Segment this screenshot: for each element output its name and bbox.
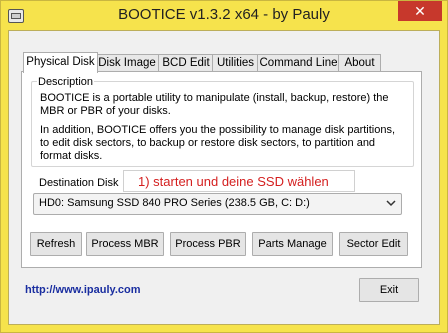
close-button[interactable]: ✕ [398,1,442,21]
chevron-down-icon [386,200,396,207]
description-line-4: to edit disk sectors, to backup or resto… [40,137,376,149]
destination-disk-label: Destination Disk [39,177,119,189]
process-pbr-button[interactable]: Process PBR [170,232,246,256]
description-line-3: In addition, BOOTICE offers you the poss… [40,124,396,136]
tab-bcd-edit[interactable]: BCD Edit [158,54,214,72]
description-legend: Description [37,76,95,88]
tab-command-line[interactable]: Command Line [257,54,340,72]
process-mbr-button[interactable]: Process MBR [86,232,164,256]
parts-manage-button[interactable]: Parts Manage [252,232,333,256]
description-line-2: MBR or PBR of your disks. [40,105,171,117]
annotation-text: 1) starten und deine SSD wählen [138,174,329,189]
sector-edit-button[interactable]: Sector Edit [339,232,408,256]
tab-disk-image[interactable]: Disk Image [95,54,159,72]
tab-utilities[interactable]: Utilities [212,54,259,72]
tab-about[interactable]: About [338,54,381,72]
website-link[interactable]: http://www.ipauly.com [25,284,141,296]
title-bar[interactable]: BOOTICE v1.3.2 x64 - by Pauly ✕ [1,1,447,29]
tab-physical-disk-active[interactable]: Physical Disk [23,52,98,73]
exit-button[interactable]: Exit [359,278,419,302]
description-line-1: BOOTICE is a portable utility to manipul… [40,92,389,104]
refresh-button[interactable]: Refresh [30,232,82,256]
destination-disk-select[interactable]: HD0: Samsung SSD 840 PRO Series (238.5 G… [33,193,402,215]
description-line-5: format disks. [40,150,103,162]
destination-disk-value: HD0: Samsung SSD 840 PRO Series (238.5 G… [39,197,310,209]
window-title: BOOTICE v1.3.2 x64 - by Pauly [118,6,330,23]
